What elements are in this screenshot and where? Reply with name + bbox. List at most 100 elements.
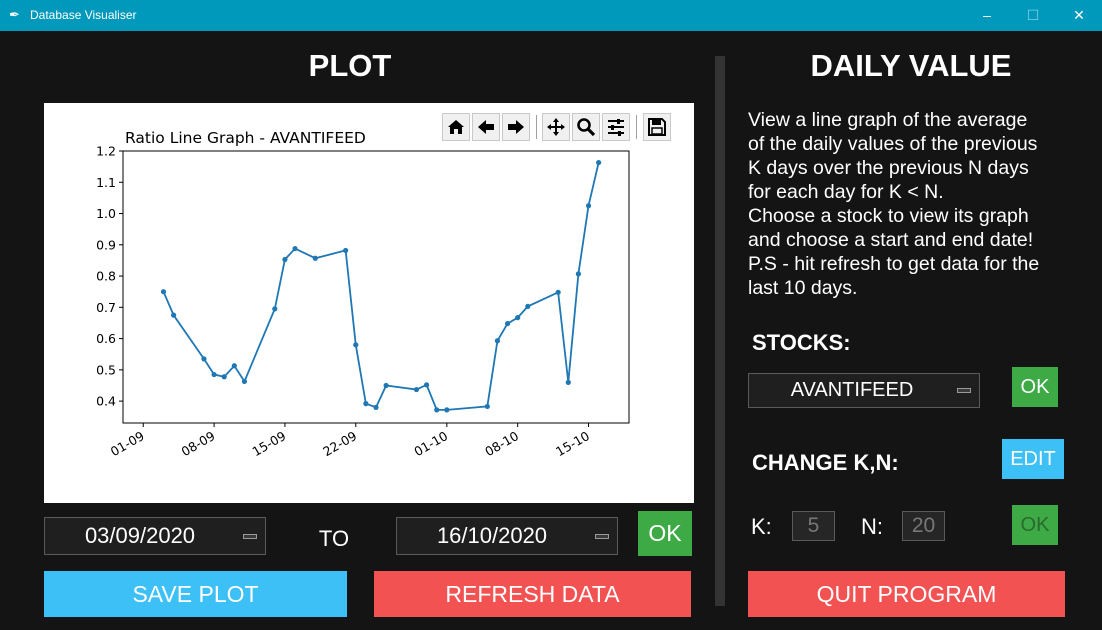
description-line: last 10 days. xyxy=(748,277,858,299)
chart-title: Ratio Line Graph - AVANTIFEED xyxy=(125,129,366,147)
forward-arrow-icon[interactable] xyxy=(502,113,530,141)
y-tick-label: 0.7 xyxy=(96,300,116,315)
minimize-button[interactable]: – xyxy=(964,0,1010,31)
end-date-dropdown[interactable]: 16/10/2020 xyxy=(396,517,618,555)
data-point xyxy=(575,271,582,277)
back-arrow-icon[interactable] xyxy=(472,113,500,141)
feather-icon: ✒ xyxy=(9,7,20,22)
data-point xyxy=(424,382,430,388)
data-point xyxy=(282,256,288,263)
x-tick-label: 08-10 xyxy=(482,428,521,459)
x-tick-label: 01-09 xyxy=(108,428,147,459)
save-plot-button[interactable]: SAVE PLOT xyxy=(44,571,347,617)
data-point xyxy=(383,382,389,389)
data-point xyxy=(363,401,369,407)
stock-dropdown[interactable]: AVANTIFEED xyxy=(748,373,980,408)
date-ok-button[interactable]: OK xyxy=(638,511,692,556)
y-tick-label: 1.1 xyxy=(96,175,116,190)
stocks-label: STOCKS: xyxy=(752,330,851,355)
data-point xyxy=(201,356,207,362)
y-tick-label: 0.6 xyxy=(96,331,116,346)
y-tick-label: 1.0 xyxy=(96,206,116,221)
y-tick-label: 1.2 xyxy=(96,144,116,159)
x-tick-label: 08-09 xyxy=(179,428,218,459)
description-line: Choose a stock to view its graph xyxy=(748,205,1029,227)
data-point xyxy=(211,371,217,378)
start-date-dropdown[interactable]: 03/09/2020 xyxy=(44,517,266,555)
start-date-value: 03/09/2020 xyxy=(84,523,196,548)
data-point xyxy=(525,303,531,309)
data-point xyxy=(312,255,318,261)
pan-icon[interactable] xyxy=(542,113,570,141)
zoom-icon[interactable] xyxy=(572,113,600,141)
data-point xyxy=(343,247,349,254)
maximize-button[interactable]: ☐ xyxy=(1010,0,1056,31)
description-line: of the daily values of the previous xyxy=(748,133,1038,155)
daily-value-heading: DAILY VALUE xyxy=(810,48,1012,83)
change-kn-label: CHANGE K,N: xyxy=(752,450,899,475)
plot-heading: PLOT xyxy=(308,48,392,83)
data-point xyxy=(504,320,511,327)
description-text: View a line graph of the average of the … xyxy=(748,108,1088,300)
window-title: Database Visualiser xyxy=(30,8,137,22)
data-point xyxy=(484,403,490,410)
y-tick-label: 0.9 xyxy=(96,237,116,252)
data-point xyxy=(292,245,298,252)
x-tick-label: 01-10 xyxy=(411,428,450,459)
plot-toolbar xyxy=(442,111,682,143)
panel-divider xyxy=(715,56,725,606)
data-point xyxy=(444,407,450,413)
dropdown-indicator-icon xyxy=(595,534,609,539)
data-point xyxy=(555,289,561,295)
description-line: K days over the previous N days xyxy=(748,157,1029,179)
refresh-data-button[interactable]: REFRESH DATA xyxy=(374,571,691,617)
y-tick-label: 0.8 xyxy=(96,269,116,284)
home-icon[interactable] xyxy=(442,113,470,141)
description-line: View a line graph of the average xyxy=(748,109,1028,131)
n-input[interactable]: 20 xyxy=(902,511,945,541)
data-point xyxy=(434,407,440,413)
description-line: and choose a start and end date! xyxy=(748,229,1034,251)
data-point xyxy=(160,289,167,295)
data-point xyxy=(373,404,379,410)
line-chart: Ratio Line Graph - AVANTIFEED 0.4 0.5 0.6 0.… xyxy=(96,129,630,459)
y-tick-label: 0.5 xyxy=(96,362,116,377)
stock-selected-value: AVANTIFEED xyxy=(790,379,914,401)
data-point xyxy=(565,379,571,385)
toolbar-separator xyxy=(536,115,537,139)
stock-ok-button[interactable]: OK xyxy=(1012,367,1058,407)
close-button[interactable]: ✕ xyxy=(1056,0,1102,31)
dropdown-indicator-icon xyxy=(957,388,971,393)
configure-icon[interactable] xyxy=(602,113,630,141)
end-date-value: 16/10/2020 xyxy=(436,523,548,548)
kn-ok-button[interactable]: OK xyxy=(1012,505,1058,545)
data-point xyxy=(494,338,501,344)
x-tick-label: 15-09 xyxy=(249,428,288,459)
y-tick-label: 0.4 xyxy=(96,394,116,409)
n-label: N: xyxy=(861,514,883,539)
edit-kn-button[interactable]: EDIT xyxy=(1002,439,1064,479)
to-label: TO xyxy=(318,526,350,551)
k-label: K: xyxy=(751,514,772,539)
title-bar: ✒ Database Visualiser – ☐ ✕ xyxy=(0,0,1102,31)
data-point xyxy=(241,378,248,385)
data-point xyxy=(353,342,359,348)
k-input[interactable]: 5 xyxy=(792,511,835,541)
series-line xyxy=(162,162,600,411)
x-tick-label: 22-09 xyxy=(320,428,359,459)
data-point xyxy=(272,306,278,312)
toolbar-separator xyxy=(636,115,637,139)
data-point xyxy=(231,363,237,369)
save-icon[interactable] xyxy=(643,113,671,141)
data-point xyxy=(221,374,227,380)
data-point xyxy=(596,159,602,166)
x-tick-label: 15-10 xyxy=(553,428,592,459)
plot-canvas[interactable]: Ratio Line Graph - AVANTIFEED 0.4 0.5 0.6 0.… xyxy=(44,103,694,503)
data-point xyxy=(413,386,420,393)
data-point xyxy=(171,312,177,318)
quit-program-button[interactable]: QUIT PROGRAM xyxy=(748,571,1065,617)
dropdown-indicator-icon xyxy=(243,534,257,539)
data-point xyxy=(515,315,521,321)
description-line: for each day for K < N. xyxy=(748,181,944,203)
description-line: P.S - hit refresh to get data for the xyxy=(748,253,1040,275)
